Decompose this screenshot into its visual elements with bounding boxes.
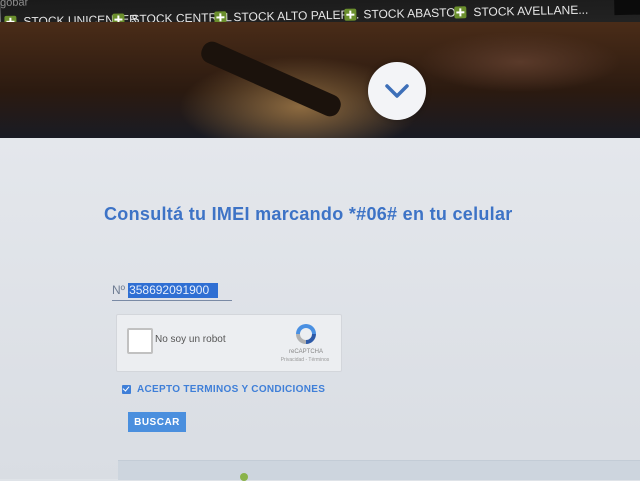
address-bar-fragment[interactable]: gobar (0, 0, 28, 9)
hero-banner (0, 22, 640, 138)
recaptcha-logo-icon (296, 324, 316, 344)
hero-photo-object (198, 38, 344, 120)
stock-plus-icon (344, 8, 357, 21)
terms-label[interactable]: ACEPTO TERMINOS Y CONDICIONES (137, 384, 325, 395)
recaptcha-brand: reCAPTCHA (288, 349, 323, 355)
terms-checkbox[interactable] (122, 385, 131, 394)
recaptcha-widget: No soy un robot reCAPTCHA Privacidad - T… (116, 314, 342, 372)
page-title: Consultá tu IMEI marcando *#06# en tu ce… (104, 204, 513, 224)
imei-field[interactable]: Nº (112, 280, 232, 301)
bookmark-overflow[interactable] (614, 0, 640, 16)
terms-row[interactable]: ACEPTO TERMINOS Y CONDICIONES (122, 384, 325, 395)
bookmark-label: STOCK AVELLANE... (473, 2, 589, 20)
recaptcha-links[interactable]: Privacidad - Términos (273, 357, 337, 363)
search-button[interactable]: BUSCAR (128, 412, 186, 432)
recaptcha-checkbox[interactable] (127, 328, 153, 354)
chevron-down-icon (385, 84, 409, 98)
imei-input[interactable] (128, 282, 219, 298)
bookmark-label: STOCK ABASTO (363, 5, 456, 22)
status-dot-icon (240, 473, 248, 481)
imei-prefix-label: Nº (112, 283, 126, 297)
recaptcha-label: No soy un robot (155, 334, 226, 345)
imei-form-section: Consultá tu IMEI marcando *#06# en tu ce… (0, 138, 640, 481)
stock-plus-icon (454, 6, 467, 19)
scroll-down-button[interactable] (368, 62, 426, 120)
results-panel (118, 460, 640, 481)
bookmark-stock-avellaneda[interactable]: STOCK AVELLANE... (454, 0, 588, 22)
